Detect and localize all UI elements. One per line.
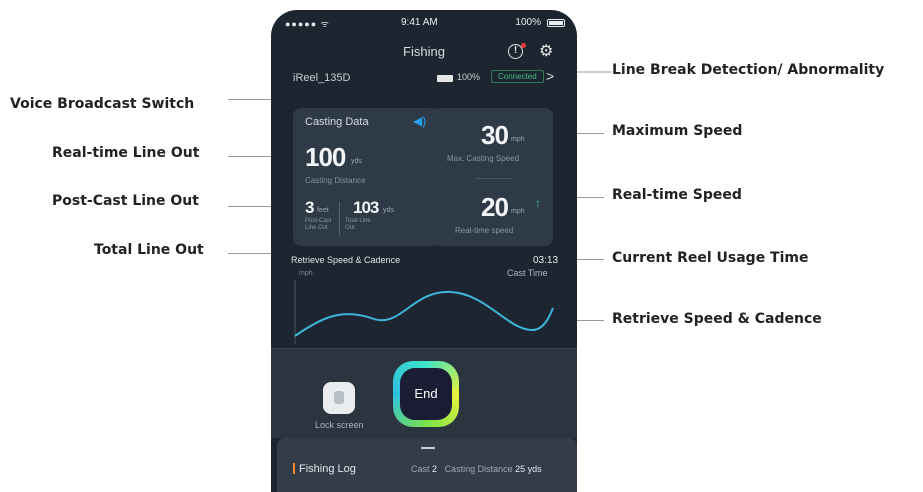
status-time: 9:41 AM	[401, 17, 438, 28]
log-distance-value: 25 yds	[515, 464, 542, 474]
speed-curve	[294, 290, 554, 337]
device-name: iReel_135D	[293, 72, 351, 84]
lock-screen-label: Lock screen	[315, 420, 364, 430]
speed-card: 30 mph Max. Casting Speed 20 mph ↑ Real-…	[431, 108, 553, 246]
drag-handle[interactable]	[421, 447, 435, 449]
page-title: Fishing	[403, 44, 445, 59]
status-battery-text: 100%	[515, 17, 541, 28]
callout-realtime-speed: Real-time Speed	[612, 187, 742, 203]
casting-distance-label: Casting Distance	[305, 176, 366, 185]
divider	[339, 202, 340, 236]
callout-total-line-out: Total Line Out	[94, 242, 204, 258]
callout-post-cast-line-out: Post-Cast Line Out	[52, 193, 199, 209]
max-speed-label: Max. Casting Speed	[447, 154, 520, 163]
chevron-right-icon[interactable]: >	[546, 68, 554, 84]
cast-time-label: Cast Time	[507, 268, 548, 278]
realtime-speed-unit: mph	[511, 208, 525, 215]
speaker-icon[interactable]: ◀)	[413, 114, 426, 128]
callout-voice-broadcast: Voice Broadcast Switch	[10, 96, 195, 112]
max-speed-value: 30	[481, 120, 509, 150]
lock-icon	[334, 391, 344, 404]
arrow-up-icon: ↑	[535, 196, 541, 210]
cast-time-value: 03:13	[533, 255, 559, 266]
callout-line-break: Line Break Detection/ Abnormality	[612, 62, 885, 78]
post-cast-unit: feet	[317, 207, 329, 214]
signal-icon: ●●●●● ᯤ	[285, 19, 330, 29]
log-distance-label: Casting Distance	[444, 464, 513, 474]
callout-realtime-line-out: Real-time Line Out	[52, 145, 200, 161]
post-cast-label: Post-Cast Line Out	[305, 218, 332, 231]
lock-screen-button[interactable]	[323, 382, 355, 414]
chart-unit: mph	[299, 270, 313, 277]
end-button-label: End	[400, 368, 452, 420]
casting-data-card: Casting Data ◀) 100 yds Casting Distance…	[293, 108, 439, 246]
connection-badge: Connected	[491, 70, 544, 83]
total-line-out-label: Total Line Out	[345, 218, 371, 231]
realtime-speed-value: 20	[481, 192, 509, 222]
casting-distance-unit: yds	[351, 158, 362, 165]
total-line-out-value: 103	[353, 198, 379, 217]
max-speed-unit: mph	[511, 136, 525, 143]
retrieve-speed-chart	[294, 280, 554, 344]
end-button[interactable]: End	[393, 361, 459, 427]
gear-icon[interactable]: ⚙	[539, 41, 553, 61]
total-line-out-unit: yds	[383, 207, 394, 214]
callout-reel-usage-time: Current Reel Usage Time	[612, 250, 809, 266]
fishing-log-title: Fishing Log	[299, 463, 356, 475]
callout-maximum-speed: Maximum Speed	[612, 123, 743, 139]
phone-screen: ●●●●● ᯤ 9:41 AM 100% Fishing ! ⚙ iReel_1…	[271, 10, 577, 492]
status-bar: ●●●●● ᯤ 9:41 AM 100%	[271, 10, 577, 36]
post-cast-value: 3	[305, 198, 315, 217]
log-accent-mark	[293, 463, 295, 474]
device-battery-text: 100%	[457, 72, 481, 82]
device-battery-icon	[437, 75, 453, 82]
casting-distance-value: 100	[305, 142, 346, 172]
realtime-speed-label: Real-time speed	[455, 226, 514, 235]
fishing-log-summary: Cast 2 Casting Distance 25 yds	[411, 464, 542, 474]
notification-dot	[521, 43, 526, 48]
battery-icon	[547, 19, 565, 27]
card-title: Casting Data	[305, 116, 369, 128]
divider	[475, 178, 511, 179]
cast-count: 2	[432, 464, 438, 474]
callout-retrieve-speed: Retrieve Speed & Cadence	[612, 311, 822, 327]
chart-title: Retrieve Speed & Cadence	[291, 255, 401, 265]
cast-label: Cast	[411, 464, 430, 474]
